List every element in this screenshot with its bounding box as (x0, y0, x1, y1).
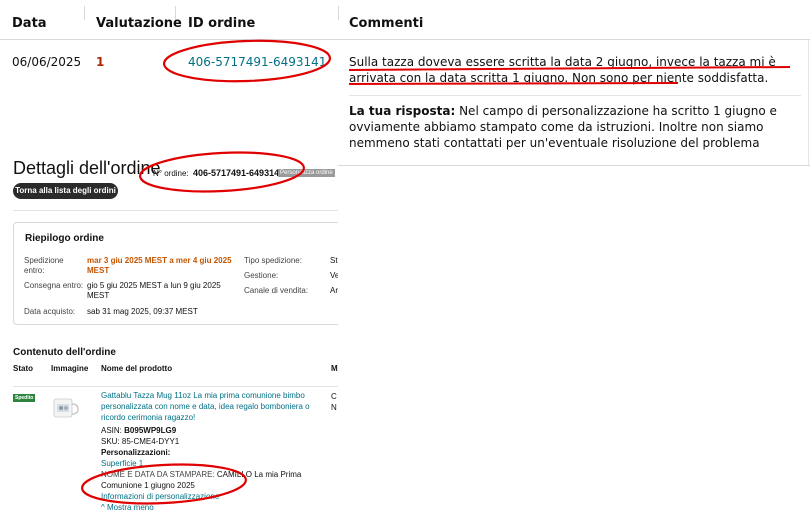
shipping-type-label: Tipo spedizione: (244, 256, 302, 265)
more-col-value: C (331, 392, 337, 401)
page-title: Dettagli dell'ordine (13, 158, 161, 178)
shipped-status-badge: Spedito (13, 394, 36, 402)
back-to-orders-button[interactable]: Torna alla lista degli ordini (13, 183, 118, 199)
product-title-link[interactable]: Gattablu Tazza Mug 11oz La mia prima com… (101, 390, 310, 423)
col-product-name: Nome del prodotto (101, 364, 173, 373)
surface-link[interactable]: Superficie 1 (101, 458, 143, 469)
purchase-date-label: Data acquisto: (24, 307, 76, 316)
delivery-value: gio 5 giu 2025 MEST a lun 9 giu 2025 MEST (87, 281, 221, 300)
mug-thumbnail-image[interactable] (51, 396, 80, 420)
divider (13, 210, 338, 211)
table-header-divider (13, 386, 338, 387)
product-sku: SKU: 85-CME4-DYY1 (101, 437, 180, 446)
seller-reply: La tua risposta: Nel campo di personaliz… (349, 103, 804, 151)
sales-channel-label: Canale di vendita: (244, 286, 309, 295)
order-number-label: N° ordine: (153, 169, 189, 178)
col-image: Immagine (51, 364, 89, 373)
product-asin: ASIN: B095WP9LG9 (101, 426, 177, 435)
order-number: 406-5717491-6493141 (193, 168, 285, 178)
col-status: Stato (13, 364, 33, 373)
column-separator (84, 6, 85, 20)
reply-label: La tua risposta: (349, 104, 456, 118)
header-order-id[interactable]: ID ordine (188, 16, 255, 31)
shipping-value: mar 3 giu 2025 MEST a mer 4 giu 2025 MEST (87, 256, 232, 275)
personalization-field: NOME E DATA DA STAMPARE: CAMILLO La mia … (101, 470, 302, 490)
feedback-table: Data Valutazione ID ordine Commenti 06/0… (0, 0, 810, 166)
column-separator (338, 6, 339, 20)
sales-channel-value: An (330, 286, 338, 295)
management-value: Ve (330, 271, 338, 280)
header-divider (0, 39, 810, 40)
show-less-toggle[interactable]: ^ Mostra meno (101, 502, 154, 513)
feedback-date: 06/06/2025 (12, 55, 82, 69)
shipping-label: Spedizione entro: (24, 256, 64, 275)
feedback-comment: Sulla tazza doveva essere scritta la dat… (349, 55, 776, 85)
header-comments: Commenti (349, 16, 424, 31)
reply-divider (349, 95, 801, 96)
more-col-value: N (331, 403, 337, 412)
shipping-type-value: St (330, 256, 338, 265)
delivery-label: Consegna entro: (24, 281, 84, 290)
personalized-order-badge: Personalizza ordine (278, 169, 335, 177)
personalization-info-link[interactable]: Informazioni di personalizzazione (101, 491, 219, 502)
purchase-date-value: sab 31 mag 2025, 09:37 MEST (87, 307, 198, 316)
col-more: M (331, 364, 338, 373)
feedback-rating: 1 (96, 55, 105, 69)
header-rating[interactable]: Valutazione (96, 16, 182, 31)
personalization-label: Personalizzazioni: (101, 448, 171, 457)
order-summary-card: Riepilogo ordine Spedizione entro: mar 3 … (13, 222, 338, 325)
table-edge (808, 40, 809, 166)
order-summary-title: Riepilogo ordine (25, 233, 104, 244)
header-date[interactable]: Data (12, 16, 47, 31)
table-bottom-divider (338, 165, 810, 166)
feedback-order-id-link[interactable]: 406-5717491-6493141 (188, 55, 326, 69)
management-label: Gestione: (244, 271, 279, 280)
order-details-panel: Dettagli dell'ordine N° ordine: 406-5717… (0, 150, 338, 516)
order-contents-title: Contenuto dell'ordine (13, 347, 116, 358)
